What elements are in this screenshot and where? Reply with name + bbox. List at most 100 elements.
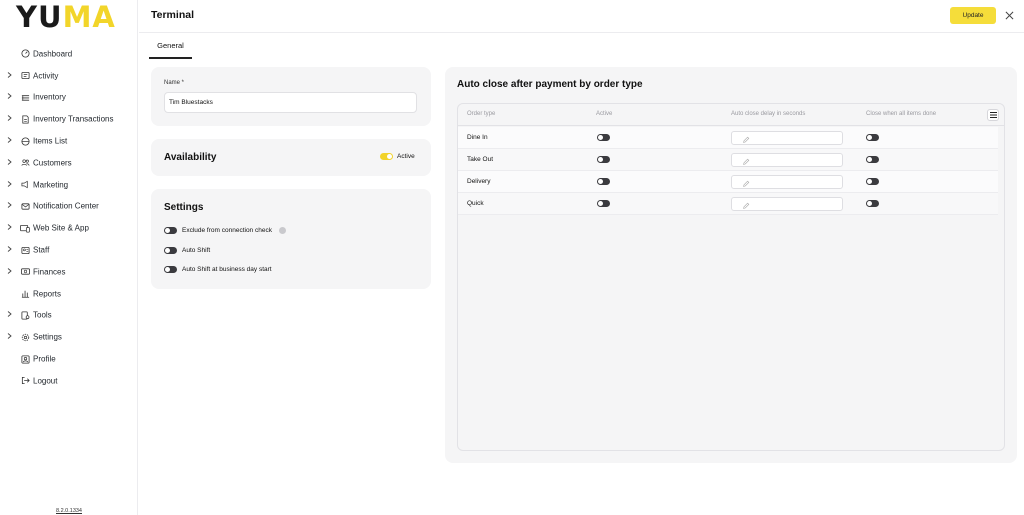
chevron-right-icon[interactable] <box>7 71 13 80</box>
sidebar-item-customers[interactable]: Customers <box>0 152 138 174</box>
sidebar-item-label: Customers <box>33 158 72 168</box>
sidebar-item-profile[interactable]: Profile <box>0 348 138 370</box>
auto-shift-label: Auto Shift <box>182 247 211 254</box>
auto-close-title: Auto close after payment by order type <box>457 79 643 90</box>
availability-card: Availability Active <box>151 139 431 176</box>
chevron-right-icon[interactable] <box>7 311 13 320</box>
activity-icon <box>20 71 30 81</box>
chevron-right-icon[interactable] <box>7 246 13 255</box>
chevron-right-icon[interactable] <box>7 137 13 146</box>
app-root: YUMA Dashboard Activity Inventory Inventory… <box>0 0 1024 515</box>
settings-title: Settings <box>164 202 204 213</box>
chevron-right-icon[interactable] <box>7 333 13 342</box>
sidebar-item-items-list[interactable]: Items List <box>0 130 138 152</box>
version-link[interactable]: 8.2.0.1334 <box>0 508 138 514</box>
tab-general[interactable]: General <box>149 35 192 59</box>
chevron-right-icon[interactable] <box>7 202 13 211</box>
update-button[interactable]: Update <box>950 7 996 24</box>
chevron-right-icon[interactable] <box>7 115 13 124</box>
sidebar-item-marketing[interactable]: Marketing <box>0 174 138 196</box>
table-row: Delivery <box>458 171 998 193</box>
chevron-right-icon[interactable] <box>7 224 13 233</box>
row-active-toggle[interactable] <box>597 134 610 141</box>
finances-icon <box>20 267 30 277</box>
auto-shift-toggle[interactable] <box>164 247 177 254</box>
delay-input[interactable] <box>731 197 843 211</box>
sidebar-item-finances[interactable]: Finances <box>0 261 138 283</box>
auto-shift-day-start-label: Auto Shift at business day start <box>182 266 272 273</box>
sidebar-nav: Dashboard Activity Inventory Inventory Tran… <box>0 43 138 392</box>
sidebar-item-label: Logout <box>33 376 58 386</box>
settings-card: Settings Exclude from connection check A… <box>151 189 431 289</box>
name-input[interactable]: Tim Bluestacks <box>164 92 417 113</box>
sidebar-item-dashboard[interactable]: Dashboard <box>0 43 138 65</box>
logo-part2: MA <box>62 0 116 34</box>
sidebar-item-staff[interactable]: Staff <box>0 239 138 261</box>
staff-icon <box>20 245 30 255</box>
tools-icon <box>20 310 30 320</box>
exclude-connection-toggle[interactable] <box>164 227 177 234</box>
profile-icon <box>20 354 30 364</box>
column-order-type: Order type <box>467 111 496 117</box>
yuma-logo[interactable]: YUMA <box>16 0 116 34</box>
delay-input[interactable] <box>731 153 843 167</box>
sidebar-item-inventory[interactable]: Inventory <box>0 87 138 109</box>
sidebar-item-notification-center[interactable]: Notification Center <box>0 196 138 218</box>
sidebar-item-web-site-and-app[interactable]: Web Site & App <box>0 217 138 239</box>
auto-close-card: Auto close after payment by order type O… <box>445 67 1017 463</box>
chevron-right-icon[interactable] <box>7 158 13 167</box>
exclude-connection-label: Exclude from connection check <box>182 227 272 234</box>
row-close-when-done-toggle[interactable] <box>866 134 879 141</box>
sidebar-item-label: Inventory Transactions <box>33 114 114 124</box>
name-label: Name * <box>164 80 185 86</box>
reports-icon <box>20 289 30 299</box>
row-active-toggle[interactable] <box>597 200 610 207</box>
sidebar-item-label: Finances <box>33 267 66 277</box>
sidebar-item-label: Notification Center <box>33 201 99 211</box>
sidebar-item-activity[interactable]: Activity <box>0 65 138 87</box>
row-active-toggle[interactable] <box>597 156 610 163</box>
menu-icon <box>989 112 997 118</box>
sidebar-item-label: Dashboard <box>33 49 73 59</box>
table-row: Take Out <box>458 149 998 171</box>
items-icon <box>20 136 30 146</box>
chevron-right-icon[interactable] <box>7 267 13 276</box>
row-close-when-done-toggle[interactable] <box>866 200 879 207</box>
marketing-icon <box>20 180 30 190</box>
order-type-cell: Delivery <box>467 178 491 185</box>
chevron-right-icon[interactable] <box>7 93 13 102</box>
availability-toggle[interactable] <box>380 153 393 160</box>
setting-exclude-connection-check: Exclude from connection check <box>164 227 286 234</box>
sidebar-item-reports[interactable]: Reports <box>0 283 138 305</box>
dashboard-icon <box>20 49 30 59</box>
gear-icon <box>20 332 30 342</box>
logo-part1: YU <box>16 0 63 34</box>
sidebar-item-label: Profile <box>33 354 56 364</box>
sidebar-item-label: Tools <box>33 310 52 320</box>
chevron-right-icon[interactable] <box>7 180 13 189</box>
row-close-when-done-toggle[interactable] <box>866 178 879 185</box>
sidebar-item-label: Staff <box>33 245 50 255</box>
sidebar-item-label: Settings <box>33 332 62 342</box>
sidebar-item-inventory-transactions[interactable]: Inventory Transactions <box>0 108 138 130</box>
info-icon[interactable] <box>278 227 286 234</box>
auto-close-table: Order type Active Auto close delay in se… <box>457 103 1005 451</box>
sidebar-item-label: Inventory <box>33 92 66 102</box>
availability-toggle-group: Active <box>380 153 415 160</box>
row-close-when-done-toggle[interactable] <box>866 156 879 163</box>
devices-icon <box>20 223 30 233</box>
sidebar-item-tools[interactable]: Tools <box>0 305 138 327</box>
row-active-toggle[interactable] <box>597 178 610 185</box>
availability-toggle-label: Active <box>397 153 415 160</box>
close-button[interactable] <box>1001 7 1018 24</box>
transactions-icon <box>20 114 30 124</box>
sidebar-item-settings[interactable]: Settings <box>0 326 138 348</box>
delay-input[interactable] <box>731 131 843 145</box>
delay-input[interactable] <box>731 175 843 189</box>
sidebar-item-logout[interactable]: Logout <box>0 370 138 392</box>
column-menu-button[interactable] <box>987 109 999 121</box>
auto-shift-day-start-toggle[interactable] <box>164 266 177 273</box>
sidebar-item-label: Items List <box>33 136 68 146</box>
column-active: Active <box>596 111 613 117</box>
page-title: Terminal <box>151 9 194 21</box>
